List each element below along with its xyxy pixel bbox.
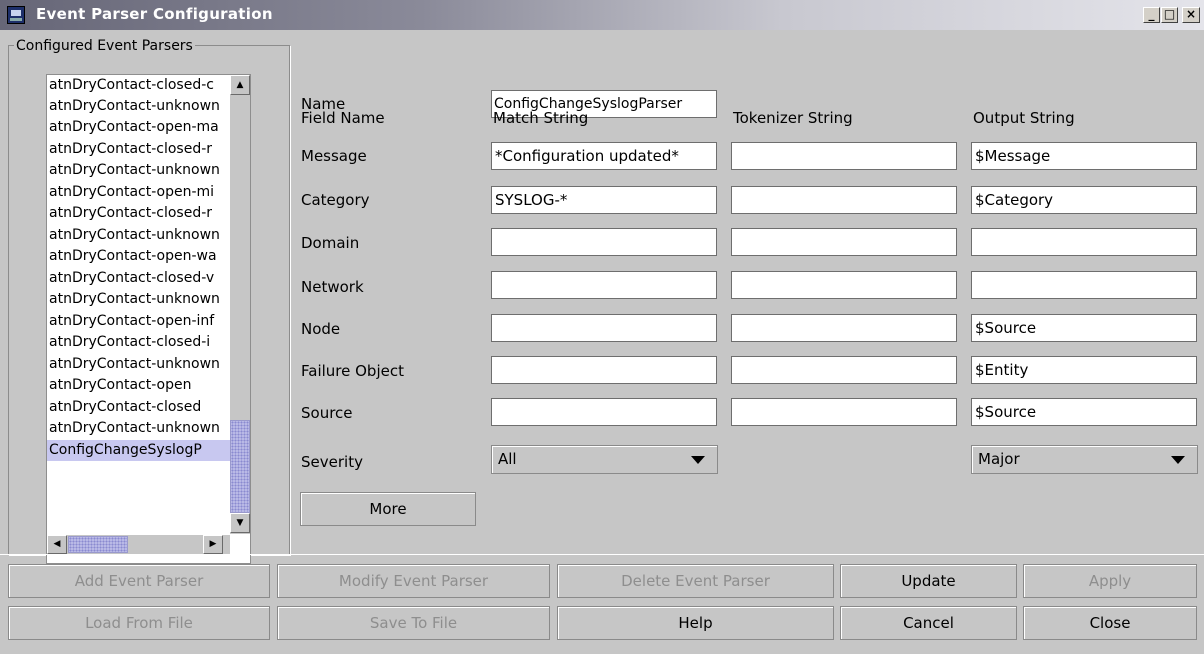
list-item[interactable]: atnDryContact-unknown [47,225,231,246]
header-tokenizer-string: Tokenizer String [733,109,853,127]
event-parser-list[interactable]: atnDryContact-closed-c atnDryContact-unk… [46,74,251,564]
update-button[interactable]: Update [840,564,1017,598]
scroll-right-icon[interactable]: ▶ [203,535,223,554]
list-item-selected[interactable]: ConfigChangeSyslogP [47,440,231,461]
node-match-field[interactable] [491,314,717,342]
maximize-button[interactable]: □ [1161,7,1178,23]
close-window-button[interactable]: × [1182,7,1200,23]
row-label-failure-object: Failure Object [301,362,404,380]
node-tokenizer-field[interactable] [731,314,957,342]
list-item[interactable]: atnDryContact-closed-i [47,332,231,353]
divider [0,554,1204,555]
row-label-source: Source [301,404,353,422]
network-output-field[interactable] [971,271,1197,299]
list-item[interactable]: atnDryContact-unknown [47,418,231,439]
domain-output-field[interactable] [971,228,1197,256]
app-icon [7,6,25,24]
more-button[interactable]: More [300,492,476,526]
list-item[interactable]: atnDryContact-open [47,375,231,396]
severity-output-select[interactable]: Major [971,445,1198,474]
list-item[interactable]: atnDryContact-open-inf [47,311,231,332]
list-item[interactable]: atnDryContact-closed-r [47,203,231,224]
list-item[interactable]: atnDryContact-open-wa [47,246,231,267]
list-item[interactable]: atnDryContact-closed-r [47,139,231,160]
cancel-button[interactable]: Cancel [840,606,1017,640]
message-output-field[interactable]: $Message [971,142,1197,170]
severity-match-select[interactable]: All [491,445,718,474]
category-tokenizer-field[interactable] [731,186,957,214]
failure-object-output-field[interactable]: $Entity [971,356,1197,384]
list-item[interactable]: atnDryContact-open-ma [47,117,231,138]
minimize-button[interactable]: _ [1143,7,1160,23]
row-label-domain: Domain [301,234,360,252]
help-button[interactable]: Help [557,606,834,640]
apply-button[interactable]: Apply [1023,564,1197,598]
list-item[interactable]: atnDryContact-closed-v [47,268,231,289]
list-item[interactable]: atnDryContact-unknown [47,160,231,181]
scroll-down-icon[interactable]: ▼ [230,513,250,533]
chevron-down-icon [1171,456,1185,464]
modify-event-parser-button[interactable]: Modify Event Parser [277,564,550,598]
source-output-field[interactable]: $Source [971,398,1197,426]
save-to-file-button[interactable]: Save To File [277,606,550,640]
list-item[interactable]: atnDryContact-unknown [47,96,231,117]
load-from-file-button[interactable]: Load From File [8,606,270,640]
row-label-node: Node [301,320,341,338]
list-item[interactable]: atnDryContact-unknown [47,289,231,310]
category-output-field[interactable]: $Category [971,186,1197,214]
scroll-up-icon[interactable]: ▲ [230,75,250,95]
category-match-field[interactable]: SYSLOG-* [491,186,717,214]
node-output-field[interactable]: $Source [971,314,1197,342]
list-item[interactable]: atnDryContact-closed [47,397,231,418]
list-item[interactable]: atnDryContact-closed-c [47,75,231,96]
scroll-left-icon[interactable]: ◀ [47,535,67,554]
message-tokenizer-field[interactable] [731,142,957,170]
vertical-scroll-thumb[interactable] [230,420,250,513]
header-output-string: Output String [973,109,1075,127]
add-event-parser-button[interactable]: Add Event Parser [8,564,270,598]
severity-match-value: All [498,450,517,468]
header-match-string: Match String [493,109,589,127]
severity-label: Severity [301,453,363,471]
failure-object-tokenizer-field[interactable] [731,356,957,384]
chevron-down-icon [691,456,705,464]
row-label-message: Message [301,147,367,165]
delete-event-parser-button[interactable]: Delete Event Parser [557,564,834,598]
horizontal-scroll-thumb[interactable] [68,536,128,553]
header-field-name: Field Name [301,109,385,127]
source-tokenizer-field[interactable] [731,398,957,426]
failure-object-match-field[interactable] [491,356,717,384]
domain-match-field[interactable] [491,228,717,256]
window-title: Event Parser Configuration [36,5,273,23]
list-item[interactable]: atnDryContact-open-mi [47,182,231,203]
close-button[interactable]: Close [1023,606,1197,640]
domain-tokenizer-field[interactable] [731,228,957,256]
row-label-network: Network [301,278,364,296]
row-label-category: Category [301,191,370,209]
configured-parsers-title: Configured Event Parsers [14,38,195,54]
severity-output-value: Major [978,450,1020,468]
source-match-field[interactable] [491,398,717,426]
network-tokenizer-field[interactable] [731,271,957,299]
list-item[interactable]: atnDryContact-unknown [47,354,231,375]
network-match-field[interactable] [491,271,717,299]
message-match-field[interactable]: *Configuration updated* [491,142,717,170]
